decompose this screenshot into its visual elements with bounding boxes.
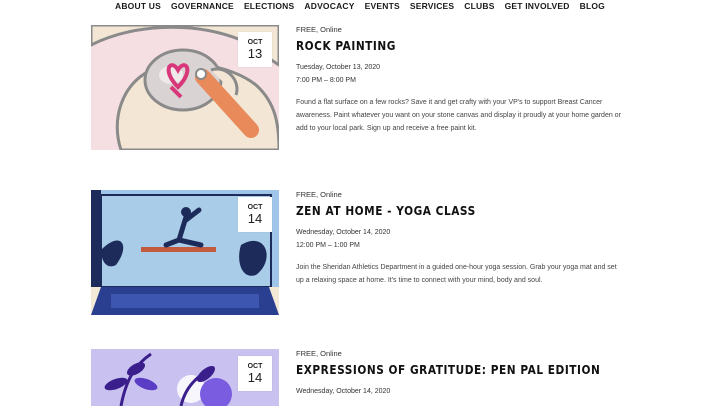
event-title[interactable]: Zen at Home - Yoga Class: [296, 204, 586, 218]
event-time: 7:00 PM – 8:00 PM: [296, 77, 356, 84]
event-image-gratitude[interactable]: OCT 14: [91, 349, 279, 406]
nav-get-involved[interactable]: GET INVOLVED: [505, 0, 570, 14]
main-navigation: ABOUT US GOVERNANCE ELECTIONS ADVOCACY E…: [0, 0, 720, 14]
event-description: Found a flat surface on a few rocks? Sav…: [296, 99, 621, 133]
event-date: Wednesday, October 14, 2020: [296, 229, 391, 236]
date-day: 14: [247, 370, 263, 385]
nav-about-us[interactable]: ABOUT US: [115, 0, 161, 14]
date-day: 14: [247, 211, 263, 226]
event-title[interactable]: Expressions of Gratitude: Pen Pal Editio…: [296, 363, 600, 377]
event-date: Tuesday, October 13, 2020: [296, 64, 381, 71]
event-info: FREE, Online Expressions of Gratitude: P…: [296, 349, 626, 397]
event-info: FREE, Online Rock Painting Tuesday, Octo…: [296, 25, 626, 136]
event-title[interactable]: Rock Painting: [296, 39, 586, 53]
nav-elections[interactable]: ELECTIONS: [244, 0, 294, 14]
event-date-badge: OCT 14: [238, 356, 272, 391]
event-time: 12:00 PM – 1:00 PM: [296, 242, 360, 249]
event-meta: FREE, Online: [296, 25, 342, 34]
nav-advocacy[interactable]: ADVOCACY: [304, 0, 354, 14]
date-day: 13: [247, 46, 263, 61]
event-image-yoga[interactable]: OCT 14: [91, 190, 279, 315]
event-date: Wednesday, October 14, 2020: [296, 388, 391, 395]
event-image-rock-painting[interactable]: OCT 13: [91, 25, 279, 150]
event-date-badge: OCT 13: [238, 32, 272, 67]
event-info: FREE, Online Zen at Home - Yoga Class We…: [296, 190, 626, 287]
event-date-badge: OCT 14: [238, 197, 272, 232]
nav-services[interactable]: SERVICES: [410, 0, 454, 14]
event-meta: FREE, Online: [296, 349, 342, 358]
nav-governance[interactable]: GOVERNANCE: [171, 0, 234, 14]
nav-events[interactable]: EVENTS: [365, 0, 400, 14]
event-description: Join the Sheridan Athletics Department i…: [296, 264, 617, 285]
nav-clubs[interactable]: CLUBS: [464, 0, 494, 14]
event-meta: FREE, Online: [296, 190, 342, 199]
nav-blog[interactable]: BLOG: [580, 0, 605, 14]
